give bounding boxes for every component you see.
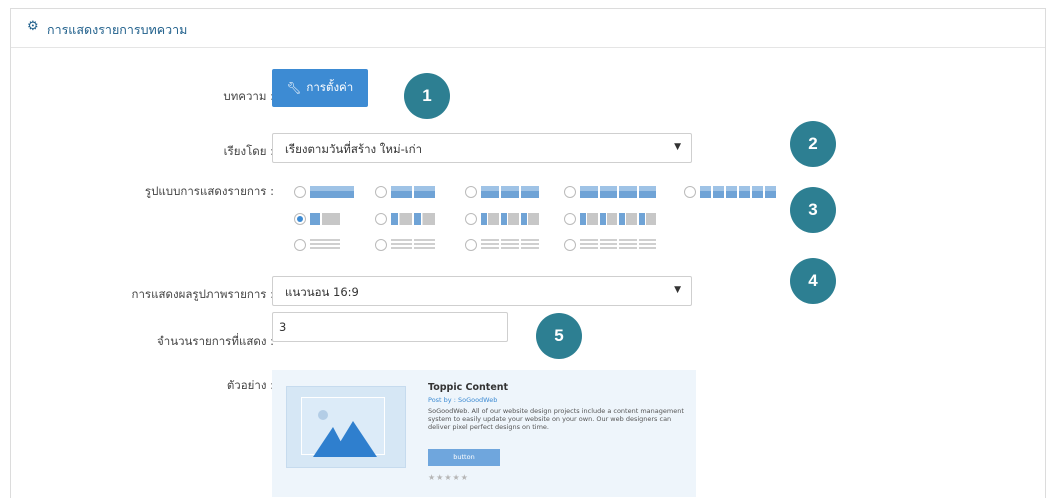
layout-top-4col-icon: [580, 186, 656, 198]
layout-list-3col-icon: [481, 239, 539, 251]
layout-option-left-1[interactable]: [294, 210, 340, 228]
layout-option-list-4[interactable]: [564, 236, 656, 254]
sort-select-value: เรียงตามวันที่สร้าง ใหม่-เก่า: [285, 142, 423, 156]
example-preview: Toppic Content Post by : SoGoodWeb SoGoo…: [272, 370, 696, 497]
radio[interactable]: [375, 213, 387, 225]
radio-selected[interactable]: [294, 213, 306, 225]
layout-list-4col-icon: [580, 239, 656, 251]
radio[interactable]: [375, 186, 387, 198]
preview-title: Toppic Content: [428, 382, 509, 393]
star-rating-icon: ★★★★★: [428, 473, 469, 482]
wrench-icon: 🔧︎: [286, 81, 302, 95]
radio[interactable]: [564, 213, 576, 225]
radio[interactable]: [564, 239, 576, 251]
layout-option-list-1[interactable]: [294, 236, 340, 254]
step-badge-1: 1: [404, 73, 450, 119]
sort-select[interactable]: เรียงตามวันที่สร้าง ใหม่-เก่า ▼: [272, 133, 692, 163]
panel-title: การแสดงรายการบทความ: [47, 22, 188, 37]
preview-button: button: [428, 449, 500, 466]
step-badge-5: 5: [536, 313, 582, 359]
count-label: จำนวนรายการที่แสดง :: [157, 334, 274, 348]
layout-left-1col-icon: [310, 213, 340, 225]
layout-option-top-1[interactable]: [294, 183, 354, 201]
preview-posted-by: Post by : SoGoodWeb: [428, 396, 498, 404]
layout-option-left-3[interactable]: [465, 210, 539, 228]
layout-option-left-2[interactable]: [375, 210, 435, 228]
layout-top-1col-icon: [310, 186, 354, 198]
layout-top-2col-icon: [391, 186, 435, 198]
radio[interactable]: [294, 239, 306, 251]
chevron-down-icon: ▼: [674, 285, 681, 295]
layout-list-2col-icon: [391, 239, 435, 251]
layout-left-2col-icon: [391, 213, 435, 225]
layout-option-top-4[interactable]: [564, 183, 656, 201]
layout-top-3col-icon: [481, 186, 539, 198]
radio[interactable]: [375, 239, 387, 251]
article-label: บทความ :: [223, 89, 274, 103]
radio[interactable]: [684, 186, 696, 198]
count-input-value: 3: [279, 320, 287, 334]
radio[interactable]: [465, 213, 477, 225]
count-input[interactable]: 3: [272, 312, 508, 342]
mountain-icon: [313, 410, 377, 457]
image-display-select-value: แนวนอน 16:9: [285, 285, 359, 299]
layout-option-list-2[interactable]: [375, 236, 435, 254]
image-display-select[interactable]: แนวนอน 16:9 ▼: [272, 276, 692, 306]
layout-top-6col-icon: [700, 186, 776, 198]
step-badge-2: 2: [790, 121, 836, 167]
step-badge-3: 3: [790, 187, 836, 233]
chevron-down-icon: ▼: [674, 142, 681, 152]
settings-button-label: การตั้งค่า: [306, 80, 354, 94]
radio[interactable]: [465, 186, 477, 198]
layout-option-top-6[interactable]: [684, 183, 776, 201]
gear-icon: ⚙: [27, 19, 39, 34]
sort-label: เรียงโดย :: [223, 144, 274, 158]
preview-description: SoGoodWeb. All of our website design pro…: [428, 407, 684, 431]
image-display-label: การแสดงผลรูปภาพรายการ :: [131, 287, 275, 301]
radio[interactable]: [465, 239, 477, 251]
layout-list-1col-icon: [310, 239, 340, 251]
layout-left-4col-icon: [580, 213, 656, 225]
layout-option-top-3[interactable]: [465, 183, 539, 201]
layout-label: รูปแบบการแสดงรายการ :: [144, 184, 274, 198]
panel-header: ⚙ การแสดงรายการบทความ: [11, 9, 1045, 48]
layout-option-list-3[interactable]: [465, 236, 539, 254]
layout-option-top-2[interactable]: [375, 183, 435, 201]
settings-button[interactable]: 🔧︎ การตั้งค่า: [272, 69, 368, 107]
step-badge-4: 4: [790, 258, 836, 304]
image-placeholder-icon: [286, 386, 406, 468]
layout-left-3col-icon: [481, 213, 539, 225]
example-label: ตัวอย่าง :: [226, 378, 274, 392]
layout-option-left-4[interactable]: [564, 210, 656, 228]
radio[interactable]: [294, 186, 306, 198]
radio[interactable]: [564, 186, 576, 198]
